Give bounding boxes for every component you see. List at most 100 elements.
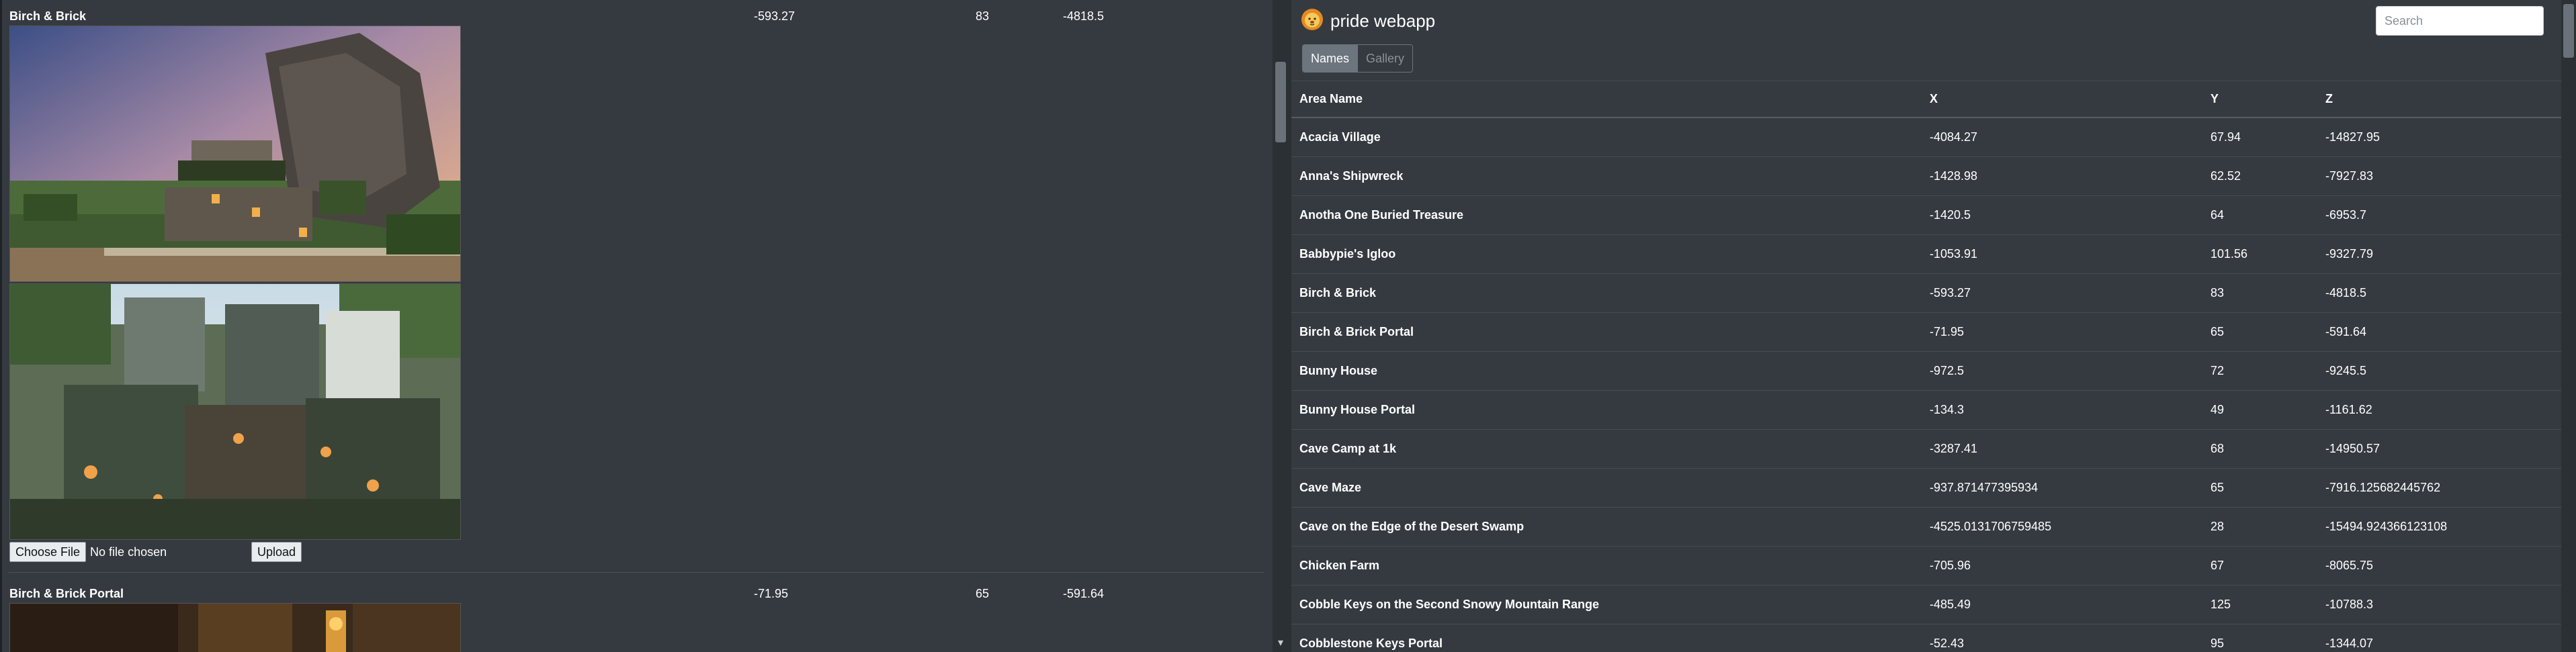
x-cell: -972.5: [1922, 351, 2202, 391]
gallery-area-block: Birch & Brick -593.27 83 -4818.5 Choose …: [8, 0, 1264, 577]
z-cell: -7916.125682445762: [2317, 468, 2561, 508]
lion-face-icon: [1301, 9, 1323, 30]
area-x-coord: -593.27: [754, 9, 796, 23]
area-divider: [8, 572, 1264, 573]
table-header-row: Area Name X Y Z: [1291, 81, 2561, 118]
table-row[interactable]: Cobblestone Keys Portal -52.43 95 -1344.07: [1291, 624, 2561, 652]
y-cell: 67: [2202, 546, 2317, 586]
z-cell: -1344.07: [2317, 624, 2561, 652]
y-cell: 49: [2202, 390, 2317, 430]
column-header-x[interactable]: X: [1922, 81, 2202, 118]
x-cell: -485.49: [1922, 585, 2202, 624]
table-row[interactable]: Bunny House Portal -134.3 49 -1161.62: [1291, 390, 2561, 430]
table-row[interactable]: Cave on the Edge of the Desert Swamp -452…: [1291, 507, 2561, 547]
upload-button[interactable]: Upload: [251, 542, 302, 562]
z-cell: -9327.79: [2317, 234, 2561, 274]
table-row[interactable]: Cave Maze -937.871477395934 65 -7916.125682…: [1291, 468, 2561, 508]
brand-logo: [1301, 8, 1324, 34]
z-cell: -10788.3: [2317, 585, 2561, 624]
z-cell: -591.64: [2317, 312, 2561, 352]
z-cell: -7927.83: [2317, 156, 2561, 196]
table-row[interactable]: Birch & Brick -593.27 83 -4818.5: [1291, 273, 2561, 313]
area-name-cell[interactable]: Cobblestone Keys Portal: [1291, 624, 1922, 652]
area-name-cell[interactable]: Cave Camp at 1k: [1291, 429, 1922, 469]
area-screenshot-image[interactable]: [9, 26, 461, 282]
file-upload-row: Choose File No file chosen Upload: [9, 541, 302, 563]
z-cell: -15494.924366123108: [2317, 507, 2561, 547]
area-name-cell[interactable]: Birch & Brick: [1291, 273, 1922, 313]
area-name-cell[interactable]: Birch & Brick Portal: [1291, 312, 1922, 352]
y-cell: 64: [2202, 195, 2317, 235]
table-row[interactable]: Birch & Brick Portal -71.95 65 -591.64: [1291, 312, 2561, 352]
z-cell: -9245.5: [2317, 351, 2561, 391]
area-title: Birch & Brick: [9, 9, 87, 23]
gallery-scrollbar-thumb[interactable]: [1275, 62, 1286, 142]
x-cell: -937.871477395934: [1922, 468, 2202, 508]
table-row[interactable]: Cave Camp at 1k -3287.41 68 -14950.57: [1291, 429, 2561, 469]
x-cell: -3287.41: [1922, 429, 2202, 469]
x-cell: -4084.27: [1922, 117, 2202, 157]
z-cell: -1161.62: [2317, 390, 2561, 430]
table-row[interactable]: Anotha One Buried Treasure -1420.5 64 -6953…: [1291, 195, 2561, 235]
area-screenshot-image[interactable]: [9, 283, 461, 540]
area-name-cell[interactable]: Cave on the Edge of the Desert Swamp: [1291, 507, 1922, 547]
tab-names[interactable]: Names: [1303, 45, 1358, 72]
names-scrollbar-thumb[interactable]: [2563, 4, 2574, 58]
column-header-area-name[interactable]: Area Name: [1291, 81, 1922, 118]
area-name-cell[interactable]: Anotha One Buried Treasure: [1291, 195, 1922, 235]
y-cell: 65: [2202, 468, 2317, 508]
z-cell: -14950.57: [2317, 429, 2561, 469]
area-y-coord: 83: [976, 9, 990, 23]
y-cell: 125: [2202, 585, 2317, 624]
x-cell: -1420.5: [1922, 195, 2202, 235]
area-name-cell[interactable]: Acacia Village: [1291, 117, 1922, 157]
y-cell: 65: [2202, 312, 2317, 352]
y-cell: 62.52: [2202, 156, 2317, 196]
area-name-cell[interactable]: Cave Maze: [1291, 468, 1922, 508]
view-tabs: Names Gallery: [1302, 44, 1414, 73]
column-header-y[interactable]: Y: [2202, 81, 2317, 118]
x-cell: -705.96: [1922, 546, 2202, 586]
scroll-down-arrow-icon[interactable]: ▾: [1274, 637, 1287, 650]
choose-file-button[interactable]: Choose File: [9, 542, 87, 562]
y-cell: 72: [2202, 351, 2317, 391]
x-cell: -1053.91: [1922, 234, 2202, 274]
brand-name: pride webapp: [1330, 11, 1436, 31]
tab-gallery[interactable]: Gallery: [1357, 45, 1413, 72]
y-cell: 28: [2202, 507, 2317, 547]
x-cell: -52.43: [1922, 624, 2202, 652]
z-cell: -6953.7: [2317, 195, 2561, 235]
areas-table: Area Name X Y Z Acacia Village -4084.27 67…: [1291, 81, 2561, 652]
area-y-coord: 65: [976, 587, 990, 600]
table-row[interactable]: Chicken Farm -705.96 67 -8065.75: [1291, 546, 2561, 586]
area-name-cell[interactable]: Cobble Keys on the Second Snowy Mountain…: [1291, 585, 1922, 624]
search-input[interactable]: [2376, 6, 2544, 36]
x-cell: -4525.0131706759485: [1922, 507, 2202, 547]
z-cell: -4818.5: [2317, 273, 2561, 313]
brand[interactable]: pride webapp: [1301, 8, 1435, 34]
column-header-z[interactable]: Z: [2317, 81, 2561, 118]
y-cell: 95: [2202, 624, 2317, 652]
table-row[interactable]: Cobble Keys on the Second Snowy Mountain…: [1291, 585, 2561, 624]
table-row[interactable]: Acacia Village -4084.27 67.94 -14827.95: [1291, 117, 2561, 157]
area-z-coord: -4818.5: [1063, 9, 1105, 23]
y-cell: 67.94: [2202, 117, 2317, 157]
area-name-cell[interactable]: Chicken Farm: [1291, 546, 1922, 586]
file-status-label: No file chosen: [90, 545, 167, 559]
area-name-cell[interactable]: Bunny House Portal: [1291, 390, 1922, 430]
gallery-pane: Birch & Brick -593.27 83 -4818.5 Choose …: [0, 0, 1273, 652]
x-cell: -593.27: [1922, 273, 2202, 313]
table-row[interactable]: Bunny House -972.5 72 -9245.5: [1291, 351, 2561, 391]
names-pane: pride webapp Names Gallery Area Name X Y…: [1291, 0, 2561, 652]
area-screenshot-image[interactable]: [9, 603, 461, 652]
area-name-cell[interactable]: Anna's Shipwreck: [1291, 156, 1922, 196]
window-edge: [0, 0, 2, 652]
area-name-cell[interactable]: Bunny House: [1291, 351, 1922, 391]
x-cell: -1428.98: [1922, 156, 2202, 196]
names-scrollbar[interactable]: [2561, 0, 2576, 652]
area-name-cell[interactable]: Babbypie's Igloo: [1291, 234, 1922, 274]
area-z-coord: -591.64: [1063, 587, 1105, 600]
table-row[interactable]: Babbypie's Igloo -1053.91 101.56 -9327.79: [1291, 234, 2561, 274]
table-row[interactable]: Anna's Shipwreck -1428.98 62.52 -7927.83: [1291, 156, 2561, 196]
area-x-coord: -71.95: [754, 587, 789, 600]
